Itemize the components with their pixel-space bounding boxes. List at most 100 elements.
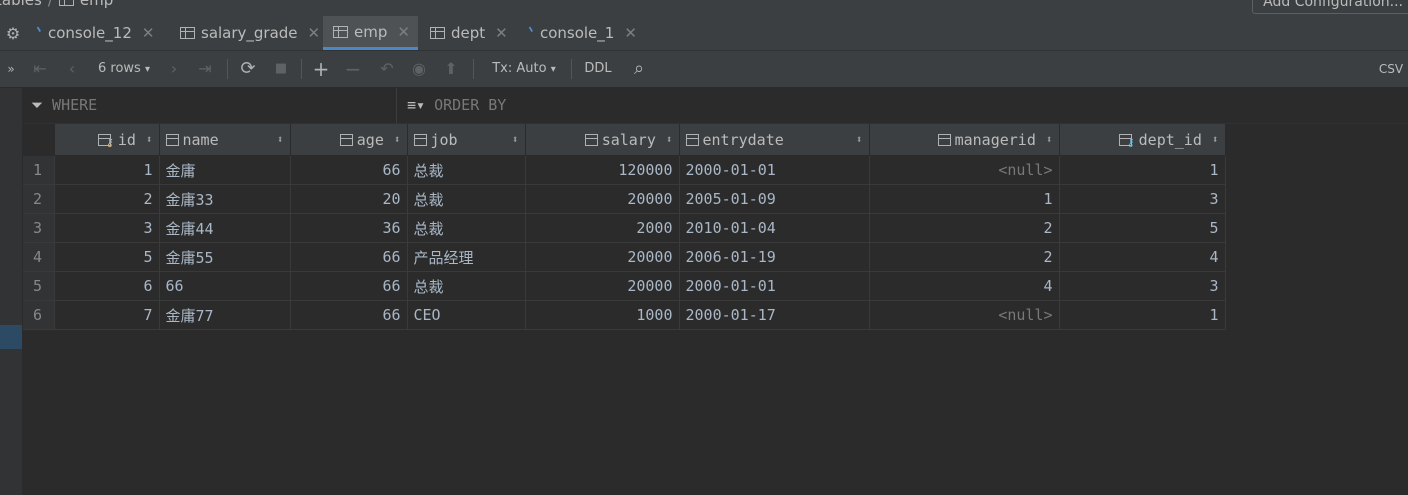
cell-managerid[interactable]: 1 (869, 184, 1060, 214)
column-header-name[interactable]: name ⬍ (159, 124, 291, 156)
column-header-entrydate[interactable]: entrydate ⬍ (679, 124, 870, 156)
gear-icon[interactable]: ⚙ (4, 25, 22, 43)
sort-arrows-icon[interactable]: ⬍ (666, 133, 673, 146)
where-filter-input[interactable]: ⏷ WHERE (31, 88, 97, 123)
order-by-input[interactable]: ≡▾ ORDER BY (407, 88, 506, 123)
row-number[interactable]: 3 (23, 213, 55, 243)
cell-entrydate[interactable]: 2005-01-09 (679, 184, 870, 214)
cell-name[interactable]: 金庸77 (159, 300, 291, 330)
cell-name[interactable]: 66 (159, 271, 291, 301)
column-header-job[interactable]: job ⬍ (407, 124, 526, 156)
stop-icon[interactable]: ■ (270, 51, 292, 87)
cell-age[interactable]: 66 (290, 271, 408, 301)
previous-page-icon[interactable]: ‹ (62, 51, 82, 87)
cell-job[interactable]: 总裁 (407, 213, 526, 243)
next-page-icon[interactable]: › (164, 51, 184, 87)
table-row[interactable]: 4 5 金庸55 66 产品经理 20000 2006-01-19 2 4 (23, 242, 1226, 272)
page-size-dropdown[interactable]: 6 rows ▾ (92, 51, 156, 87)
row-number[interactable]: 5 (23, 271, 55, 301)
cell-job[interactable]: 产品经理 (407, 242, 526, 272)
cell-name[interactable]: 金庸55 (159, 242, 291, 272)
cell-age[interactable]: 66 (290, 155, 408, 185)
cell-name[interactable]: 金庸 (159, 155, 291, 185)
row-number[interactable]: 6 (23, 300, 55, 330)
row-number[interactable]: 1 (23, 155, 55, 185)
close-icon[interactable]: ✕ (142, 24, 155, 42)
cell-job[interactable]: 总裁 (407, 184, 526, 214)
cell-age[interactable]: 20 (290, 184, 408, 214)
sort-arrows-icon[interactable]: ⬍ (394, 133, 401, 146)
cell-job[interactable]: 总裁 (407, 271, 526, 301)
cell-managerid[interactable]: 2 (869, 242, 1060, 272)
cell-dept-id[interactable]: 5 (1059, 213, 1226, 243)
tab-dept[interactable]: dept ✕ (420, 16, 516, 50)
cell-id[interactable]: 7 (54, 300, 160, 330)
cell-dept-id[interactable]: 3 (1059, 271, 1226, 301)
sort-arrows-icon[interactable]: ⬍ (146, 133, 153, 146)
cell-entrydate[interactable]: 2010-01-04 (679, 213, 870, 243)
column-header-id[interactable]: ⚷ id ⬍ (54, 124, 160, 156)
cell-name[interactable]: 金庸33 (159, 184, 291, 214)
add-configuration-button[interactable]: Add Configuration... (1252, 0, 1408, 14)
column-header-age[interactable]: age ⬍ (290, 124, 408, 156)
close-icon[interactable]: ✕ (397, 23, 410, 41)
cell-name[interactable]: 金庸44 (159, 213, 291, 243)
sort-arrows-icon[interactable]: ⬍ (512, 133, 519, 146)
cell-dept-id[interactable]: 1 (1059, 300, 1226, 330)
cell-id[interactable]: 5 (54, 242, 160, 272)
cell-salary[interactable]: 120000 (525, 155, 680, 185)
add-row-icon[interactable]: + (310, 51, 332, 87)
row-number[interactable]: 4 (23, 242, 55, 272)
cell-salary[interactable]: 20000 (525, 271, 680, 301)
revert-icon[interactable]: ↶ (376, 51, 398, 87)
cell-salary[interactable]: 2000 (525, 213, 680, 243)
csv-export-dropdown[interactable]: CSV (1376, 51, 1406, 87)
cell-id[interactable]: 1 (54, 155, 160, 185)
cell-managerid[interactable]: 4 (869, 271, 1060, 301)
tab-emp[interactable]: emp ✕ (323, 16, 418, 50)
cell-salary[interactable]: 20000 (525, 184, 680, 214)
sort-arrows-icon[interactable]: ⬍ (1046, 133, 1053, 146)
cell-salary[interactable]: 1000 (525, 300, 680, 330)
tab-console-12[interactable]: ᐠ console_12 ✕ (26, 16, 162, 50)
refresh-icon[interactable]: ⟳ (236, 51, 260, 87)
search-icon[interactable]: ⌕ (626, 51, 652, 87)
cell-salary[interactable]: 20000 (525, 242, 680, 272)
table-row[interactable]: 5 6 66 66 总裁 20000 2000-01-01 4 3 (23, 271, 1226, 301)
cell-age[interactable]: 36 (290, 213, 408, 243)
first-page-icon[interactable]: ⇤ (30, 51, 50, 87)
column-header-salary[interactable]: salary ⬍ (525, 124, 680, 156)
breadcrumb-parent[interactable]: tables (0, 0, 42, 9)
cell-entrydate[interactable]: 2000-01-17 (679, 300, 870, 330)
sort-arrows-icon[interactable]: ⬍ (1212, 133, 1219, 146)
last-page-icon[interactable]: ⇥ (194, 51, 216, 87)
cell-entrydate[interactable]: 2000-01-01 (679, 155, 870, 185)
cell-dept-id[interactable]: 4 (1059, 242, 1226, 272)
preview-changes-icon[interactable]: ◉ (408, 51, 430, 87)
sort-arrows-icon[interactable]: ⬍ (277, 133, 284, 146)
cell-entrydate[interactable]: 2006-01-19 (679, 242, 870, 272)
column-header-dept-id[interactable]: ⚷ dept_id ⬍ (1059, 124, 1226, 156)
cell-age[interactable]: 66 (290, 242, 408, 272)
cell-age[interactable]: 66 (290, 300, 408, 330)
cell-managerid[interactable]: <null> (869, 155, 1060, 185)
table-row[interactable]: 3 3 金庸44 36 总裁 2000 2010-01-04 2 5 (23, 213, 1226, 243)
cell-managerid[interactable]: 2 (869, 213, 1060, 243)
tab-console-1[interactable]: ᐠ console_1 ✕ (518, 16, 645, 50)
close-icon[interactable]: ✕ (308, 24, 321, 42)
expand-toolbar-icon[interactable]: » (2, 51, 20, 87)
ddl-button[interactable]: DDL (582, 51, 614, 87)
row-number[interactable]: 2 (23, 184, 55, 214)
table-row[interactable]: 1 1 金庸 66 总裁 120000 2000-01-01 <null> 1 (23, 155, 1226, 185)
tab-salary-grade[interactable]: salary_grade ✕ (170, 16, 328, 50)
cell-dept-id[interactable]: 3 (1059, 184, 1226, 214)
cell-job[interactable]: 总裁 (407, 155, 526, 185)
submit-icon[interactable]: ⬆ (440, 51, 462, 87)
transaction-mode-dropdown[interactable]: Tx: Auto ▾ (486, 51, 562, 87)
cell-job[interactable]: CEO (407, 300, 526, 330)
close-icon[interactable]: ✕ (495, 24, 508, 42)
cell-id[interactable]: 2 (54, 184, 160, 214)
cell-id[interactable]: 6 (54, 271, 160, 301)
cell-managerid[interactable]: <null> (869, 300, 1060, 330)
table-row[interactable]: 2 2 金庸33 20 总裁 20000 2005-01-09 1 3 (23, 184, 1226, 214)
